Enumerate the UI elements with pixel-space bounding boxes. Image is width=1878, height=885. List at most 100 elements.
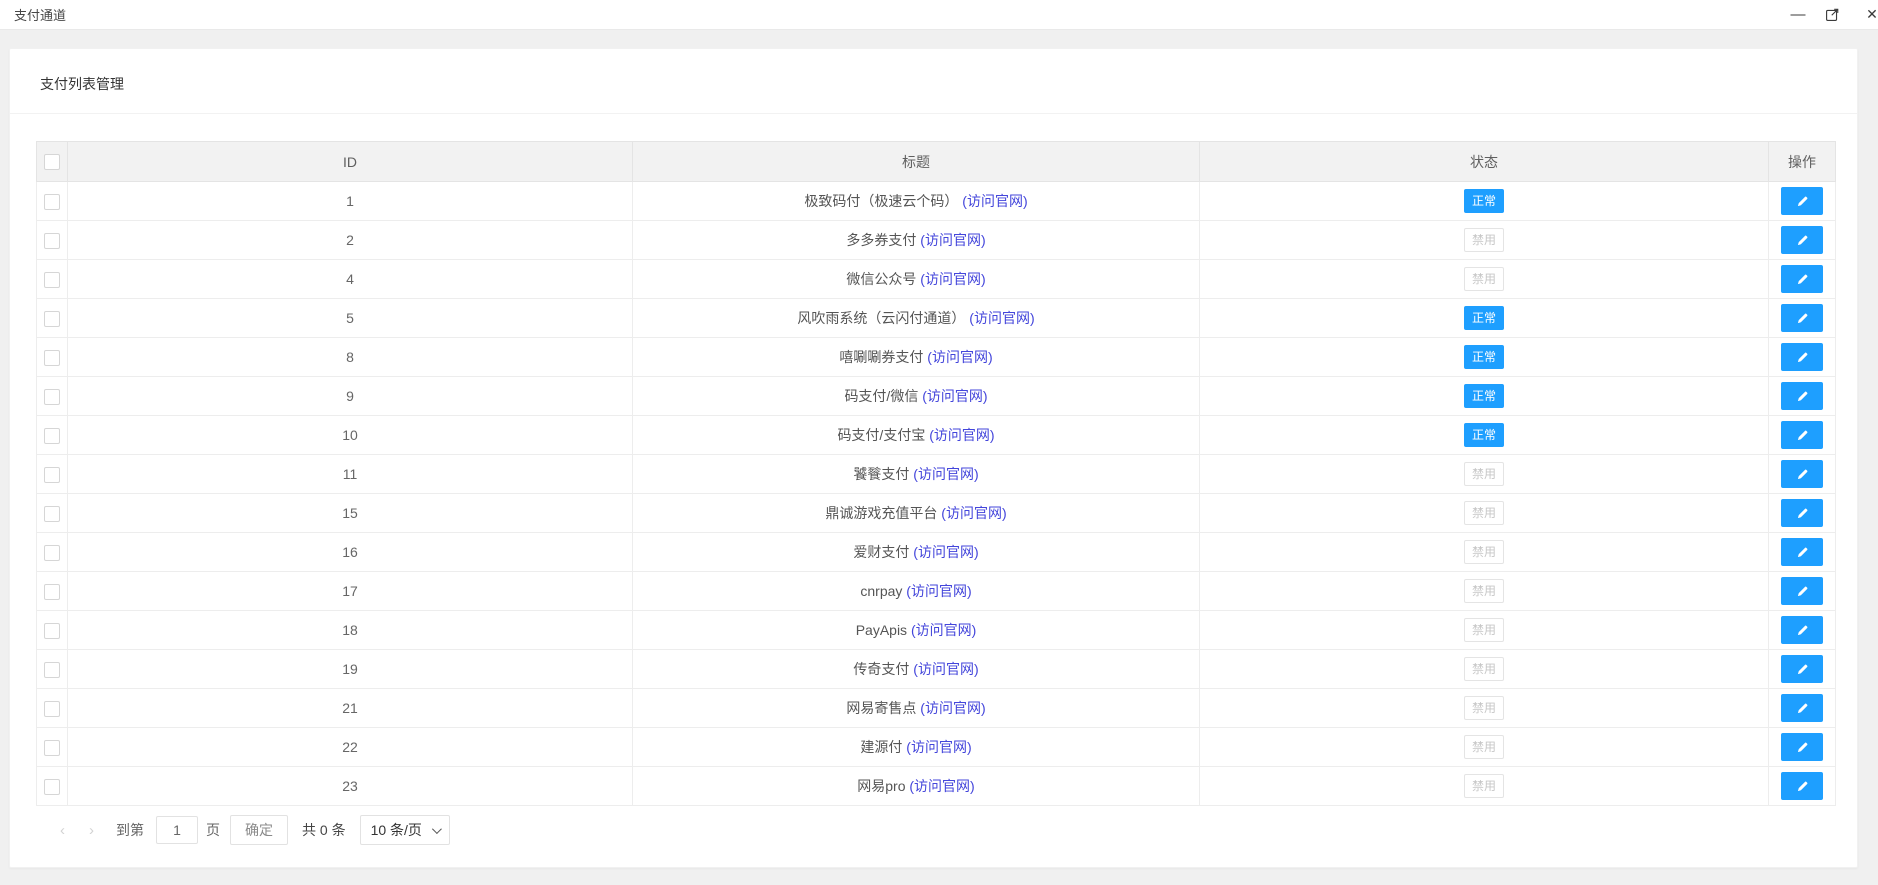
- per-page-select[interactable]: 10 条/页: [359, 815, 450, 845]
- official-site-link[interactable]: (访问官网): [911, 622, 976, 638]
- status-badge[interactable]: 禁用: [1463, 579, 1504, 603]
- status-badge[interactable]: 正常: [1463, 306, 1504, 330]
- official-site-link[interactable]: (访问官网): [913, 544, 978, 560]
- official-site-link[interactable]: (访问官网): [969, 310, 1034, 326]
- edit-button[interactable]: [1781, 421, 1823, 449]
- confirm-page-button[interactable]: 确定: [230, 815, 288, 845]
- row-checkbox[interactable]: [44, 193, 60, 210]
- row-title-cell: PayApis (访问官网): [632, 610, 1200, 650]
- row-checkbox[interactable]: [44, 232, 60, 249]
- next-page-icon[interactable]: ›: [77, 822, 106, 839]
- row-action-cell: [1768, 181, 1836, 221]
- row-checkbox[interactable]: [44, 622, 60, 639]
- row-title: 建源付: [860, 739, 903, 755]
- row-id: 10: [67, 415, 633, 455]
- page-number-input[interactable]: [156, 816, 198, 844]
- official-site-link[interactable]: (访问官网): [909, 778, 974, 794]
- official-site-link[interactable]: (访问官网): [920, 271, 985, 287]
- official-site-link[interactable]: (访问官网): [906, 739, 971, 755]
- row-title-cell: 传奇支付 (访问官网): [632, 649, 1200, 689]
- edit-button[interactable]: [1781, 226, 1823, 254]
- official-site-link[interactable]: (访问官网): [913, 466, 978, 482]
- row-checkbox[interactable]: [44, 310, 60, 327]
- status-badge[interactable]: 正常: [1463, 384, 1504, 408]
- official-site-link[interactable]: (访问官网): [920, 700, 985, 716]
- edit-button[interactable]: [1781, 187, 1823, 215]
- official-site-link[interactable]: (访问官网): [922, 388, 987, 404]
- row-select-cell: [36, 493, 68, 533]
- row-title-cell: 建源付 (访问官网): [632, 727, 1200, 767]
- row-action-cell: [1768, 415, 1836, 455]
- row-checkbox[interactable]: [44, 700, 60, 717]
- status-badge[interactable]: 正常: [1463, 345, 1504, 369]
- row-select-cell: [36, 181, 68, 221]
- status-badge[interactable]: 禁用: [1463, 462, 1504, 486]
- minimize-icon[interactable]: —: [1790, 7, 1806, 23]
- row-checkbox[interactable]: [44, 349, 60, 366]
- official-site-link[interactable]: (访问官网): [906, 583, 971, 599]
- pencil-icon: [1797, 391, 1807, 401]
- official-site-link[interactable]: (访问官网): [927, 349, 992, 365]
- edit-button[interactable]: [1781, 694, 1823, 722]
- row-checkbox[interactable]: [44, 739, 60, 756]
- edit-button[interactable]: [1781, 304, 1823, 332]
- table-row: 11 饕餮支付 (访问官网) 禁用: [36, 454, 1836, 494]
- edit-button[interactable]: [1781, 616, 1823, 644]
- edit-button[interactable]: [1781, 772, 1823, 800]
- edit-button[interactable]: [1781, 460, 1823, 488]
- row-checkbox[interactable]: [44, 583, 60, 600]
- prev-page-icon[interactable]: ‹: [48, 822, 77, 839]
- per-page-value: 10 条/页: [370, 822, 422, 838]
- row-checkbox[interactable]: [44, 466, 60, 483]
- row-checkbox[interactable]: [44, 271, 60, 288]
- row-checkbox[interactable]: [44, 427, 60, 444]
- edit-button[interactable]: [1781, 382, 1823, 410]
- status-badge[interactable]: 禁用: [1463, 657, 1504, 681]
- status-badge[interactable]: 禁用: [1463, 618, 1504, 642]
- row-action-cell: [1768, 766, 1836, 806]
- row-select-cell: [36, 454, 68, 494]
- official-site-link[interactable]: (访问官网): [941, 505, 1006, 521]
- window-titlebar: 支付通道 — ✕: [0, 0, 1878, 30]
- row-title: 微信公众号: [846, 271, 917, 287]
- status-badge[interactable]: 禁用: [1463, 696, 1504, 720]
- edit-button[interactable]: [1781, 577, 1823, 605]
- edit-button[interactable]: [1781, 265, 1823, 293]
- row-checkbox[interactable]: [44, 544, 60, 561]
- row-checkbox[interactable]: [44, 778, 60, 795]
- edit-button[interactable]: [1781, 499, 1823, 527]
- close-icon[interactable]: ✕: [1864, 6, 1878, 23]
- official-site-link[interactable]: (访问官网): [920, 232, 985, 248]
- row-status-cell: 正常: [1199, 415, 1769, 455]
- status-badge[interactable]: 正常: [1463, 189, 1504, 213]
- row-select-cell: [36, 220, 68, 260]
- edit-button[interactable]: [1781, 343, 1823, 371]
- maximize-icon[interactable]: [1824, 7, 1840, 23]
- pencil-icon: [1797, 313, 1807, 323]
- table-row: 4 微信公众号 (访问官网) 禁用: [36, 259, 1836, 299]
- row-checkbox[interactable]: [44, 661, 60, 678]
- status-badge[interactable]: 禁用: [1463, 501, 1504, 525]
- edit-button[interactable]: [1781, 655, 1823, 683]
- row-checkbox[interactable]: [44, 388, 60, 405]
- status-badge[interactable]: 禁用: [1463, 228, 1504, 252]
- status-badge[interactable]: 禁用: [1463, 735, 1504, 759]
- row-title-cell: 嘻唰唰券支付 (访问官网): [632, 337, 1200, 377]
- row-title: 风吹雨系统（云闪付通道）: [797, 310, 966, 326]
- status-badge[interactable]: 正常: [1463, 423, 1504, 447]
- edit-button[interactable]: [1781, 538, 1823, 566]
- official-site-link[interactable]: (访问官网): [913, 661, 978, 677]
- edit-button[interactable]: [1781, 733, 1823, 761]
- status-badge[interactable]: 禁用: [1463, 540, 1504, 564]
- payment-list-card: 支付列表管理 ID 标题 状态 操作 1 极致码付（极速云个码） (访问官网) 正常…: [9, 48, 1858, 868]
- pencil-icon: [1797, 508, 1807, 518]
- row-checkbox[interactable]: [44, 505, 60, 522]
- official-site-link[interactable]: (访问官网): [962, 193, 1027, 209]
- select-all-checkbox[interactable]: [44, 154, 60, 171]
- row-title-cell: 微信公众号 (访问官网): [632, 259, 1200, 299]
- official-site-link[interactable]: (访问官网): [929, 427, 994, 443]
- row-select-cell: [36, 727, 68, 767]
- status-badge[interactable]: 禁用: [1463, 774, 1504, 798]
- row-title-cell: cnrpay (访问官网): [632, 571, 1200, 611]
- status-badge[interactable]: 禁用: [1463, 267, 1504, 291]
